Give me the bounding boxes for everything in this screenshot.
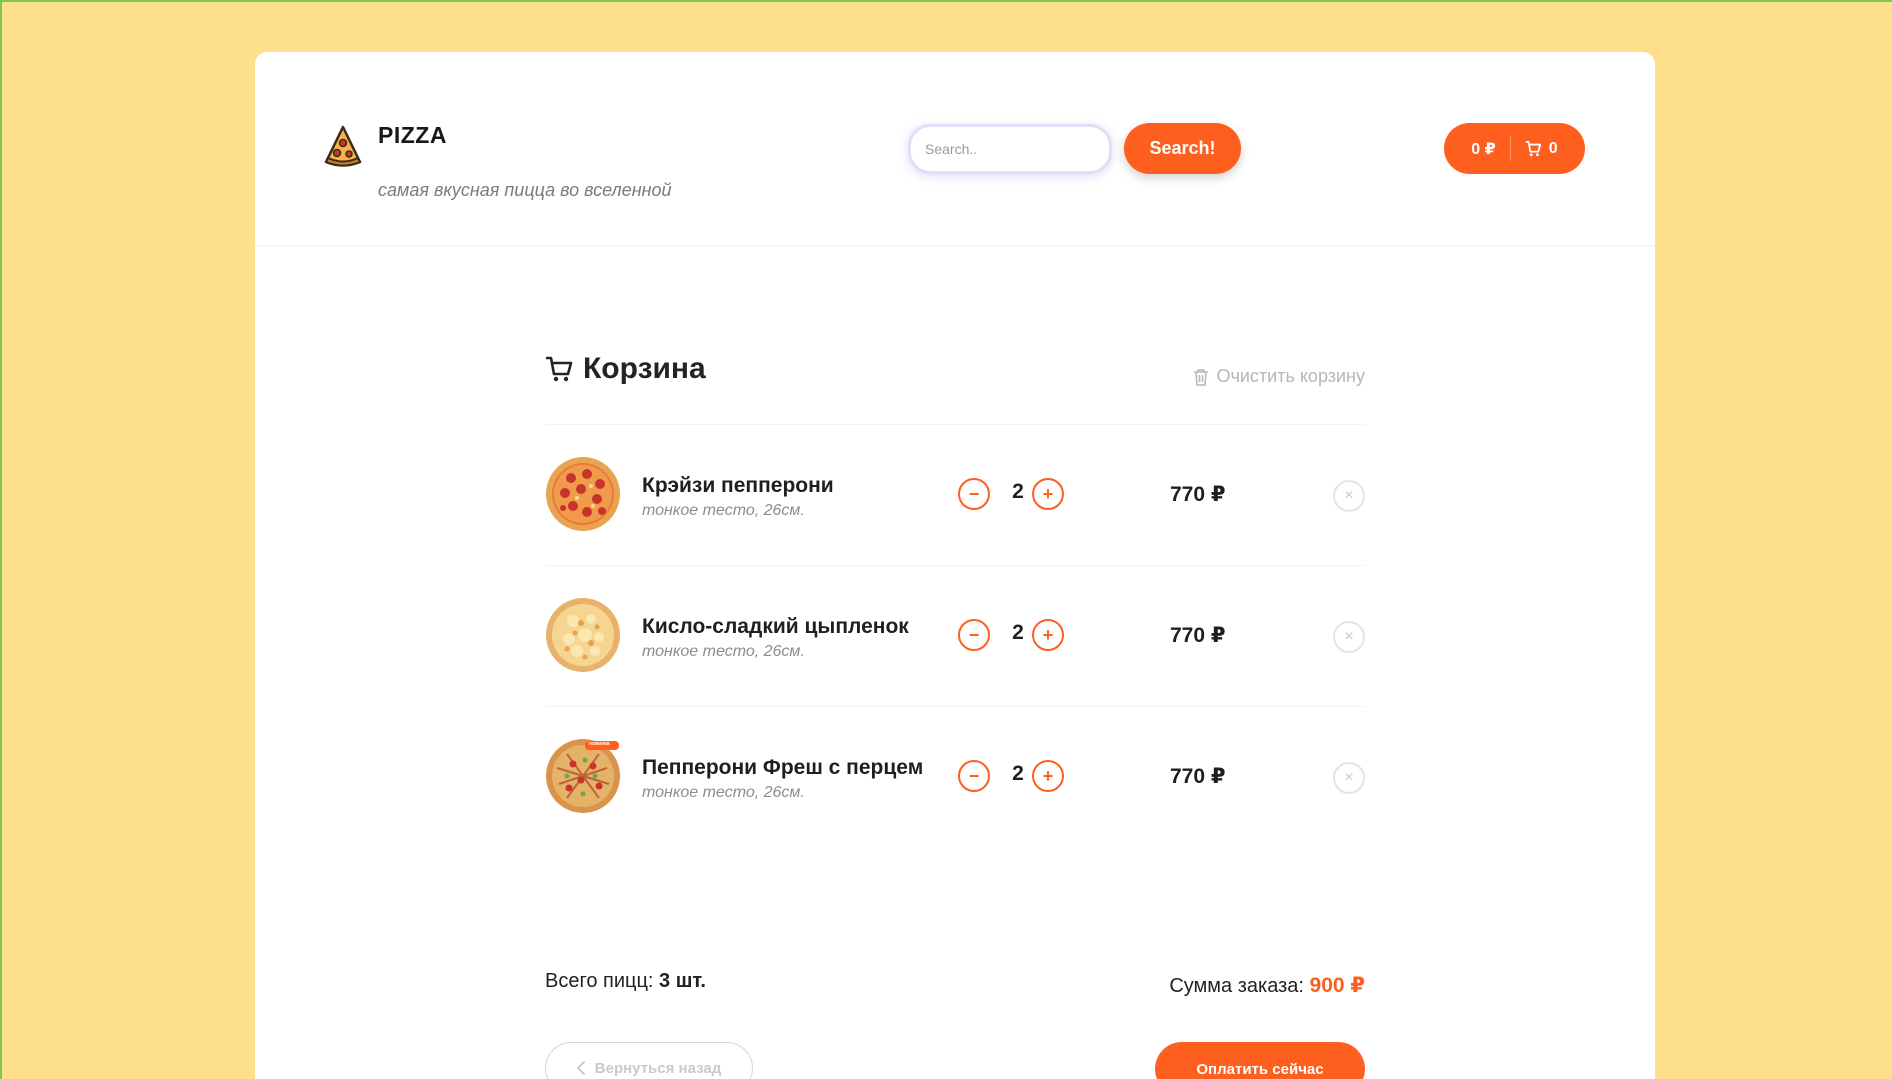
item-price: 770 ₽ xyxy=(1170,624,1226,647)
pizza-logo-icon[interactable] xyxy=(323,125,363,167)
item-quantity: 2 xyxy=(1012,762,1024,785)
item-name: Пепперони Фреш с перцем xyxy=(642,756,924,779)
total-sum-value: 900 ₽ xyxy=(1309,974,1365,997)
pay-now-button[interactable]: Оплатить сейчас xyxy=(1155,1042,1365,1079)
search-input[interactable] xyxy=(908,124,1112,174)
cart-button-divider xyxy=(1509,136,1511,161)
trash-icon xyxy=(1193,368,1208,386)
new-badge: новинка xyxy=(589,741,610,747)
item-price: 770 ₽ xyxy=(1170,483,1226,506)
header: PIZZA самая вкусная пицца во вселенной S… xyxy=(255,52,1655,246)
total-sum-label: Сумма заказа: xyxy=(1169,975,1304,997)
total-pizzas: Всего пицц: 3 шт. xyxy=(545,970,706,993)
cart-title-text: Корзина xyxy=(583,352,706,385)
increase-qty-button[interactable]: + xyxy=(1032,760,1064,792)
item-description: тонкое тесто, 26см. xyxy=(642,643,805,660)
item-description: тонкое тесто, 26см. xyxy=(642,784,805,801)
total-count-value: 3 шт. xyxy=(659,970,706,992)
main-card: PIZZA самая вкусная пицца во вселенной S… xyxy=(255,52,1655,1079)
cart-item: новинка Пепперони Фреш с перцем тонкое т… xyxy=(545,707,1365,847)
cart-total-price: 0 ₽ xyxy=(1471,140,1496,158)
item-name: Кисло-сладкий цыпленок xyxy=(642,615,909,638)
decrease-qty-button[interactable]: − xyxy=(958,760,990,792)
clear-cart-label: Очистить корзину xyxy=(1216,366,1366,386)
cart-item: Крэйзи пепперони тонкое тесто, 26см. − 2… xyxy=(545,425,1365,566)
cart-icon xyxy=(545,356,573,382)
remove-item-button[interactable]: × xyxy=(1333,621,1365,653)
cart-icon xyxy=(1525,140,1541,156)
item-quantity: 2 xyxy=(1012,621,1024,644)
clear-cart-button[interactable]: Очистить корзину xyxy=(1193,366,1366,387)
remove-item-button[interactable]: × xyxy=(1333,480,1365,512)
chevron-left-icon xyxy=(576,1061,585,1075)
search-button[interactable]: Search! xyxy=(1124,123,1241,174)
cart-item: Кисло-сладкий цыпленок тонкое тесто, 26с… xyxy=(545,566,1365,707)
item-name: Крэйзи пепперони xyxy=(642,474,834,497)
item-price: 770 ₽ xyxy=(1170,765,1226,788)
item-quantity: 2 xyxy=(1012,480,1024,503)
pizza-image xyxy=(546,457,620,531)
decrease-qty-button[interactable]: − xyxy=(958,619,990,651)
header-cart-button[interactable]: 0 ₽ 0 xyxy=(1444,123,1585,174)
increase-qty-button[interactable]: + xyxy=(1032,619,1064,651)
remove-item-button[interactable]: × xyxy=(1333,762,1365,794)
back-button[interactable]: Вернуться назад xyxy=(545,1042,753,1079)
cart-title: Корзина xyxy=(545,352,706,386)
pizza-image xyxy=(546,598,620,672)
decrease-qty-button[interactable]: − xyxy=(958,478,990,510)
cart-count: 0 xyxy=(1548,139,1558,157)
logo-title[interactable]: PIZZA xyxy=(378,122,447,149)
back-button-label: Вернуться назад xyxy=(594,1059,722,1077)
item-description: тонкое тесто, 26см. xyxy=(642,502,805,519)
logo-subtitle: самая вкусная пицца во вселенной xyxy=(378,180,672,200)
order-sum: Сумма заказа: 900 ₽ xyxy=(1169,973,1365,998)
total-count-label: Всего пицц: xyxy=(545,970,654,992)
increase-qty-button[interactable]: + xyxy=(1032,478,1064,510)
pizza-image xyxy=(546,739,620,813)
